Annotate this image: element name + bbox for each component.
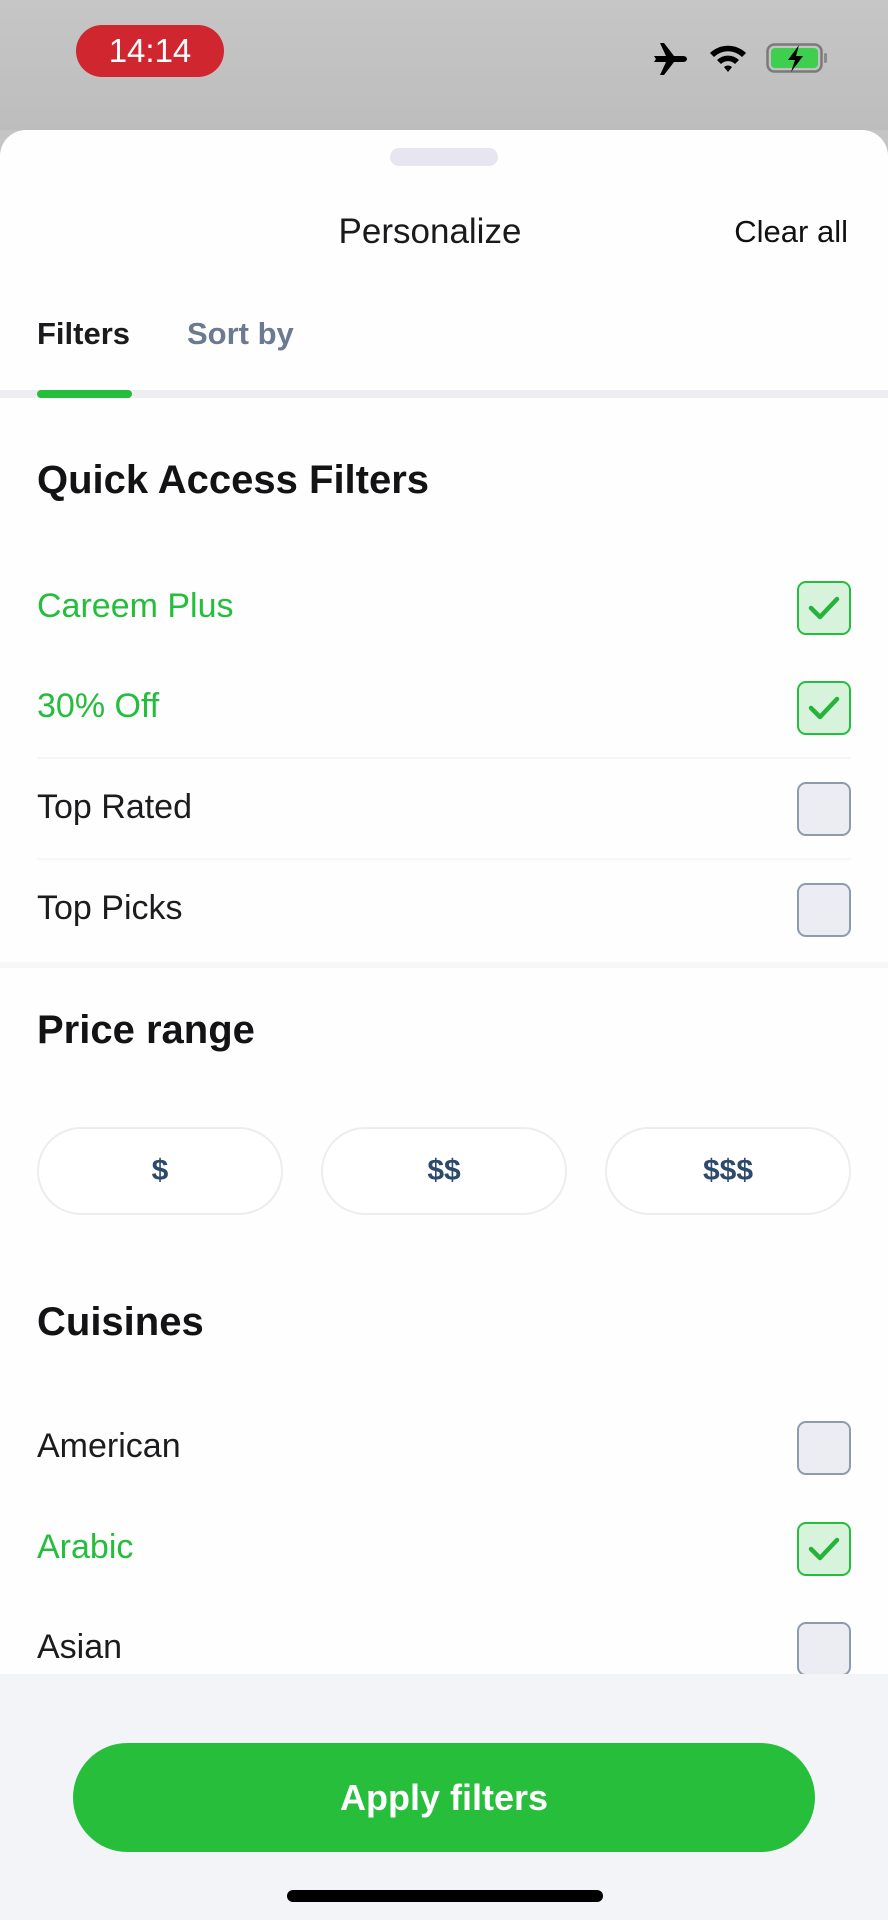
filter-sheet: Personalize Clear all Filters Sort by Qu… (0, 130, 888, 1920)
filter-row-top-picks[interactable]: Top Picks (0, 861, 888, 961)
cuisine-row-american[interactable]: American (0, 1399, 888, 1499)
cuisine-row-arabic[interactable]: Arabic (0, 1500, 888, 1600)
wifi-icon (708, 42, 748, 79)
row-separator (37, 757, 851, 759)
battery-charging-icon (766, 42, 830, 79)
sheet-title: Personalize (338, 212, 522, 251)
checkmark-icon (808, 1537, 840, 1561)
checkbox-unchecked[interactable] (797, 1622, 851, 1676)
checkbox-unchecked[interactable] (797, 1421, 851, 1475)
checkbox-checked[interactable] (797, 681, 851, 735)
status-time: 14:14 (76, 25, 224, 77)
section-separator (0, 962, 888, 968)
filter-row-30-off[interactable]: 30% Off (0, 659, 888, 759)
cuisines-title: Cuisines (37, 1300, 204, 1344)
home-indicator (287, 1890, 603, 1902)
tab-sort-by[interactable]: Sort by (187, 316, 294, 352)
row-separator (37, 858, 851, 860)
cuisine-label: Arabic (37, 1528, 134, 1566)
airplane-icon (652, 42, 688, 81)
footer-bar: Apply filters (0, 1674, 888, 1920)
filter-label: Careem Plus (37, 587, 234, 625)
price-option-2[interactable]: $$ (321, 1127, 567, 1215)
filter-label: Top Picks (37, 889, 183, 927)
filter-row-careem-plus[interactable]: Careem Plus (0, 559, 888, 659)
checkmark-icon (808, 696, 840, 720)
filter-row-top-rated[interactable]: Top Rated (0, 760, 888, 860)
clear-all-button[interactable]: Clear all (734, 214, 848, 250)
filter-label: Top Rated (37, 788, 192, 826)
price-option-1[interactable]: $ (37, 1127, 283, 1215)
checkbox-unchecked[interactable] (797, 782, 851, 836)
filter-label: 30% Off (37, 687, 160, 725)
quick-access-title: Quick Access Filters (37, 458, 430, 502)
active-tab-indicator (37, 390, 132, 398)
apply-filters-button[interactable]: Apply filters (73, 1743, 815, 1852)
checkbox-checked[interactable] (797, 1522, 851, 1576)
tab-filters[interactable]: Filters (37, 316, 130, 352)
cuisine-label: Asian (37, 1628, 123, 1666)
sheet-drag-handle[interactable] (390, 148, 498, 166)
cuisine-label: American (37, 1427, 181, 1465)
checkmark-icon (808, 596, 840, 620)
status-bar: 14:14 (0, 0, 888, 130)
checkbox-unchecked[interactable] (797, 883, 851, 937)
tab-divider (0, 390, 888, 398)
checkbox-checked[interactable] (797, 581, 851, 635)
price-option-3[interactable]: $$$ (605, 1127, 851, 1215)
price-range-title: Price range (37, 1008, 255, 1052)
